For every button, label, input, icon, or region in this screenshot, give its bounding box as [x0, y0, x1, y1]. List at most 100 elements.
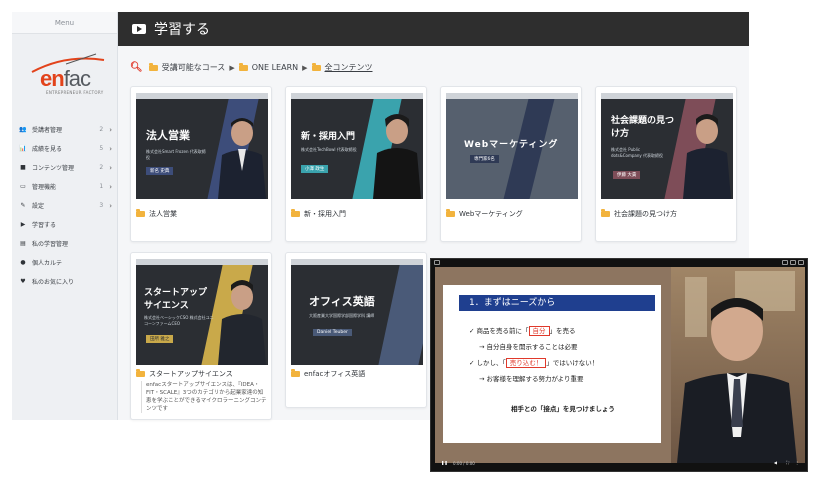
logo-text: enfac — [40, 66, 91, 92]
sidebar-item[interactable]: 👥 受講者管理 2 › — [12, 120, 118, 139]
bar-chart-icon: ▤ — [20, 240, 26, 247]
person-photo-icon — [218, 118, 266, 199]
sidebar-item[interactable]: ♥ 私のお気に入り — [12, 272, 118, 291]
sidebar-item-label: 管理機能 — [32, 184, 57, 191]
sidebar-item-count: 3 — [99, 202, 104, 209]
course-thumbnail[interactable]: スタートアップサイエンス 株式会社ベーシックCSO 株式会社ユニコーンファームC… — [136, 259, 268, 365]
sidebar-item-label: 設定 — [32, 203, 45, 210]
folder-icon — [238, 62, 248, 71]
course-card-title[interactable]: 新・採用入門 — [291, 209, 346, 219]
course-card-title[interactable]: スタートアップサイエンス — [136, 369, 233, 379]
thumb-subtitle: 株式会社ベーシックCSO 株式会社ユニコーンファームCEO — [144, 315, 214, 326]
sidebar-item[interactable]: ● 個人カルテ — [12, 253, 118, 272]
slide-line-5: 相手との「接点」を見つけましょう — [511, 405, 615, 413]
minimize-icon[interactable] — [782, 260, 788, 265]
chevron-right-icon[interactable]: › — [109, 202, 112, 210]
slide-line-2: → 自分自身を開示することは必要 — [479, 343, 578, 351]
chevron-right-icon[interactable]: › — [109, 145, 112, 153]
course-card-title[interactable]: enfacオフィス英語 — [291, 369, 365, 379]
app-window: { "sidebar": { "menu_title": "Menu", "lo… — [0, 0, 821, 494]
sidebar-item-count: 5 — [99, 145, 104, 152]
thumb-name: 田所 雅之 — [146, 335, 174, 343]
course-thumbnail[interactable]: 社会課題の見つけ方 株式会社 Public dots&Company 代表取締役… — [601, 93, 733, 199]
thumb-title: スタートアップサイエンス — [144, 288, 208, 311]
chevron-right-icon[interactable]: › — [109, 164, 112, 172]
wrench-icon: ✎ — [20, 202, 26, 209]
thumb-name: 専門家6名 — [470, 155, 499, 163]
sidebar-item[interactable]: ▤ 私の学習管理 — [12, 234, 118, 253]
breadcrumb: 🔍︎ 受講可能なコース ▶ ONE LEARN ▶ 全コンテンツ — [130, 62, 373, 73]
sidebar: Menu enfac ENTREPRENEUR FACTORY 👥 受講者管理 2 ›… — [12, 12, 118, 420]
id-card-icon: ● — [20, 259, 26, 266]
course-thumbnail[interactable]: 新・採用入門 株式会社TechBowl 代表取締役 小澤 政生 — [291, 93, 423, 199]
time-display: 0:00 / 0:00 — [453, 461, 475, 466]
slide-line-4: → お客様を理解する努力がより重要 — [479, 375, 584, 383]
course-description: enfacスタートアップサイエンスは、『IDEA・FIT・SCALE』3つのカテ… — [141, 381, 267, 413]
course-card-label: 法人営業 — [149, 210, 177, 218]
course-card[interactable]: スタートアップサイエンス 株式会社ベーシックCSO 株式会社ユニコーンファームC… — [130, 252, 272, 420]
heart-icon: ♥ — [20, 278, 26, 285]
menu-title: Menu — [12, 12, 117, 34]
course-thumbnail[interactable]: 法人営業 株式会社Smart Frozen 代表取締役 新名 史典 — [136, 93, 268, 199]
sidebar-nav: 👥 受講者管理 2 › 📊 成績を見る 5 › ■ コンテンツ管理 2 › ▭ 管理機能 1 › ✎ 設定 3 › ▶ 学… — [12, 120, 118, 291]
play-pause-icon[interactable]: ❚❚ — [441, 460, 448, 465]
course-card-title[interactable]: 社会課題の見つけ方 — [601, 209, 677, 219]
slide-text: ✓ しかし、「 — [469, 359, 506, 367]
video-frame[interactable]: 1．まずはニーズから ✓ 商品を売る前に「 自分 」を売る → 自分自身を開示するこ… — [435, 267, 805, 463]
pip-icon[interactable] — [434, 260, 440, 265]
chevron-right-icon: ▶ — [229, 63, 235, 72]
thumb-title: 社会課題の見つけ方 — [611, 116, 675, 139]
sidebar-item[interactable]: ▭ 管理機能 1 › — [12, 177, 118, 196]
course-thumbnail[interactable]: Webマーケティング 専門家6名 — [446, 93, 578, 199]
course-card-label: 新・採用入門 — [304, 210, 346, 218]
breadcrumb-item-courses[interactable]: 受講可能なコース — [162, 62, 226, 73]
course-card[interactable]: 新・採用入門 株式会社TechBowl 代表取締役 小澤 政生 新・採用入門 — [285, 86, 427, 242]
volume-icon[interactable]: ◀ — [774, 460, 777, 465]
enfac-logo[interactable]: enfac ENTREPRENEUR FACTORY — [26, 52, 110, 98]
more-options-icon[interactable]: ⋮ — [795, 460, 799, 465]
page-title: 学習する — [154, 22, 210, 38]
sidebar-item[interactable]: ■ コンテンツ管理 2 › — [12, 158, 118, 177]
course-card-title[interactable]: 法人営業 — [136, 209, 177, 219]
chart-icon: 📊 — [19, 145, 27, 152]
search-icon[interactable]: 🔍︎ — [130, 62, 143, 73]
course-card-title[interactable]: Webマーケティング — [446, 209, 523, 219]
course-card-label: enfacオフィス英語 — [304, 370, 366, 378]
thumb-subtitle: 大阪産業大学国際学部国際学科 講師 — [309, 313, 375, 318]
thumb-name: 伊藤 大貴 — [613, 171, 641, 179]
course-card[interactable]: 社会課題の見つけ方 株式会社 Public dots&Company 代表取締役… — [595, 86, 737, 242]
chevron-right-icon[interactable]: › — [109, 183, 112, 191]
sidebar-item[interactable]: ✎ 設定 3 › — [12, 196, 118, 215]
course-card[interactable]: Webマーケティング 専門家6名 Webマーケティング — [440, 86, 582, 242]
breadcrumb-item-one-learn[interactable]: ONE LEARN — [252, 63, 298, 72]
chevron-right-icon[interactable]: › — [109, 126, 112, 134]
course-card[interactable]: オフィス英語 大阪産業大学国際学部国際学科 講師 Daniel Teuber e… — [285, 252, 427, 408]
sidebar-item[interactable]: 📊 成績を見る 5 › — [12, 139, 118, 158]
slide-line-1: ✓ 商品を売る前に「 自分 」を売る — [469, 325, 576, 336]
thumb-subtitle: 株式会社 Public dots&Company 代表取締役 — [611, 147, 664, 158]
course-thumbnail[interactable]: オフィス英語 大阪産業大学国際学部国際学科 講師 Daniel Teuber — [291, 259, 423, 365]
sidebar-item-label: 受講者管理 — [32, 127, 63, 134]
thumb-title: 法人営業 — [146, 129, 190, 142]
course-card[interactable]: 法人営業 株式会社Smart Frozen 代表取締役 新名 史典 法人営業 — [130, 86, 272, 242]
slide-heading: 1．まずはニーズから — [459, 295, 655, 311]
folder-icon: ■ — [20, 164, 26, 171]
folder-icon — [136, 369, 145, 377]
course-card-label: Webマーケティング — [459, 210, 523, 218]
breadcrumb-item-all[interactable]: 全コンテンツ — [325, 62, 373, 73]
folder-icon — [136, 209, 145, 217]
sidebar-item[interactable]: ▶ 学習する — [12, 215, 118, 234]
monitor-icon: ▭ — [20, 183, 26, 190]
folder-icon — [291, 369, 300, 377]
thumb-title: Webマーケティング — [464, 140, 559, 150]
logo-fac: fac — [63, 66, 91, 91]
course-card-label: 社会課題の見つけ方 — [614, 210, 677, 218]
close-icon[interactable] — [798, 260, 804, 265]
maximize-icon[interactable] — [790, 260, 796, 265]
logo-tagline: ENTREPRENEUR FACTORY — [46, 90, 104, 95]
page-header: 学習する — [118, 12, 749, 46]
fullscreen-icon[interactable]: ⛶ — [786, 460, 789, 465]
lecture-slide: 1．まずはニーズから ✓ 商品を売る前に「 自分 」を売る → 自分自身を開示するこ… — [443, 285, 661, 443]
video-player[interactable]: 1．まずはニーズから ✓ 商品を売る前に「 自分 」を売る → 自分自身を開示するこ… — [430, 258, 808, 472]
slide-text: ✓ 商品を売る前に「 — [469, 327, 529, 335]
